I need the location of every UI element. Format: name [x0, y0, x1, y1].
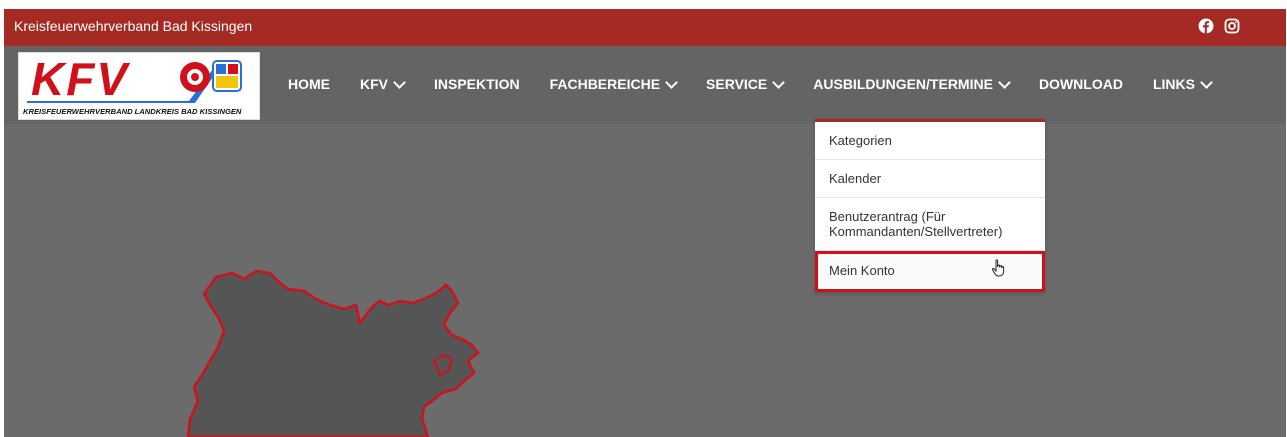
- chevron-down-icon: [665, 75, 678, 89]
- logo-letters: KFV: [31, 53, 130, 105]
- district-map-outline: [186, 269, 480, 437]
- chevron-down-icon: [1200, 75, 1213, 89]
- nav-item-fachbereiche[interactable]: FACHBEREICHE: [550, 75, 678, 92]
- dropdown-item-mein-konto[interactable]: Mein Konto: [815, 251, 1045, 292]
- nav-item-links[interactable]: LINKS: [1153, 75, 1213, 92]
- nav-item-kfv[interactable]: KFV: [360, 75, 406, 92]
- chevron-down-icon: [998, 75, 1011, 89]
- nav-item-service[interactable]: SERVICE: [706, 75, 786, 92]
- nav-item-inspektion[interactable]: INSPEKTION: [434, 76, 520, 92]
- nav-item-download[interactable]: DOWNLOAD: [1039, 76, 1123, 92]
- dropdown-item-kategorien[interactable]: Kategorien: [815, 122, 1045, 160]
- nav-item-home[interactable]: HOME: [288, 76, 330, 92]
- logo[interactable]: KFV KREISFEUERWEHRVERBAND LANDKREIS BAD …: [18, 52, 260, 120]
- dropdown-item-mein-konto-label: Mein Konto: [829, 263, 895, 278]
- instagram-icon[interactable]: [1224, 18, 1240, 34]
- main-nav: HOME KFV INSPEKTION FACHBEREICHE SERVICE…: [288, 75, 1241, 92]
- social-links: [1198, 18, 1240, 34]
- chevron-down-icon: [772, 75, 786, 89]
- ausbildungen-dropdown-menu: Kategorien Kalender Benutzerantrag (Für …: [815, 119, 1045, 292]
- site-name: Kreisfeuerwehrverband Bad Kissingen: [14, 18, 253, 34]
- logo-subtitle: KREISFEUERWEHRVERBAND LANDKREIS BAD KISS…: [23, 107, 242, 116]
- dropdown-item-kalender[interactable]: Kalender: [815, 160, 1045, 198]
- nav-item-ausbildungen-termine[interactable]: AUSBILDUNGEN/TERMINE: [813, 75, 1011, 92]
- hand-pointer-cursor-icon: [991, 259, 1005, 277]
- top-bar: Kreisfeuerwehrverband Bad Kissingen: [4, 9, 1286, 46]
- dropdown-item-benutzerantrag[interactable]: Benutzerantrag (Für Kommandanten/Stellve…: [815, 198, 1045, 251]
- chevron-down-icon: [393, 75, 406, 89]
- header: KFV KREISFEUERWEHRVERBAND LANDKREIS BAD …: [4, 46, 1286, 124]
- facebook-icon[interactable]: [1198, 18, 1214, 34]
- page-frame: Kreisfeuerwehrverband Bad Kissingen KFV: [4, 9, 1286, 437]
